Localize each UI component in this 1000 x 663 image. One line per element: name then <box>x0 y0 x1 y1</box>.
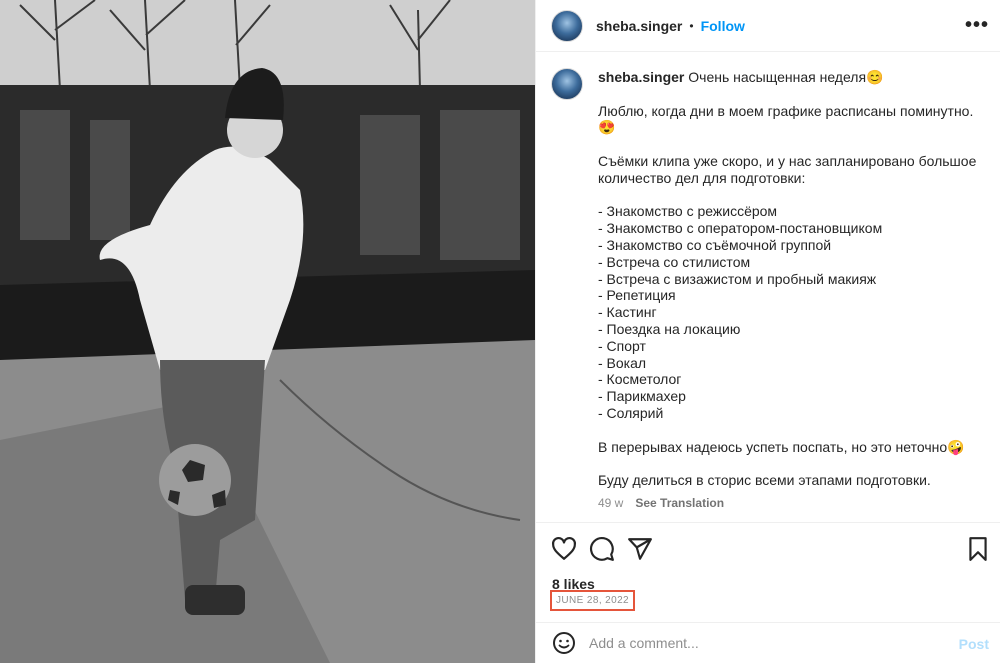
author-username[interactable]: sheba.singer <box>596 18 682 34</box>
caption-avatar[interactable] <box>551 68 583 100</box>
post-age[interactable]: 49 w <box>598 496 623 510</box>
photo-football-player <box>0 0 535 663</box>
share-icon[interactable] <box>627 536 653 562</box>
caption-body: Очень насыщенная неделя😊 Люблю, когда дн… <box>598 69 977 489</box>
post-date[interactable]: JUNE 28, 2022 <box>550 590 636 611</box>
emoji-icon[interactable] <box>552 631 576 655</box>
post-side-panel: sheba.singer • Follow ••• sheba.singer О… <box>535 0 1000 663</box>
caption-text: sheba.singer Очень насыщенная неделя😊 Лю… <box>598 69 988 489</box>
comment-icon[interactable] <box>589 536 615 562</box>
caption-username[interactable]: sheba.singer <box>598 69 684 85</box>
heart-icon[interactable] <box>551 536 577 562</box>
see-translation-button[interactable]: See Translation <box>635 496 724 510</box>
post-comment-button[interactable]: Post <box>959 636 989 652</box>
action-bar <box>551 536 991 564</box>
follow-button[interactable]: Follow <box>701 18 745 34</box>
comment-bar: Post <box>536 622 1000 663</box>
caption-area: sheba.singer Очень насыщенная неделя😊 Лю… <box>536 53 1000 523</box>
post-photo[interactable] <box>0 0 535 663</box>
post-header: sheba.singer • Follow ••• <box>536 0 1000 52</box>
header-separator: • <box>689 18 694 33</box>
bookmark-icon[interactable] <box>965 536 991 562</box>
caption-meta: 49 w See Translation <box>598 496 724 510</box>
author-avatar[interactable] <box>551 9 583 42</box>
comment-input[interactable] <box>589 635 929 651</box>
more-options-icon[interactable]: ••• <box>965 14 989 37</box>
